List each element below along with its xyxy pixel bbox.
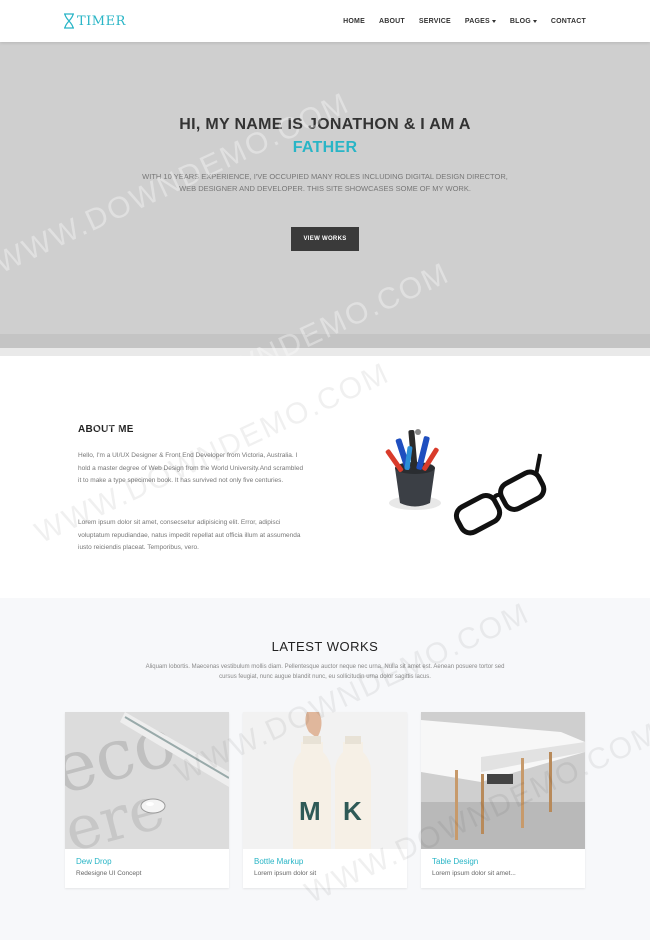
menu-label: SERVICE (418, 17, 451, 25)
menu-item-about[interactable]: ABOUT (379, 18, 405, 25)
menu-label: CONTACT (550, 17, 586, 25)
about-title: ABOUT ME (78, 424, 134, 435)
menu-item-pages[interactable]: PAGES (465, 18, 496, 25)
caret-down-icon (491, 19, 496, 23)
table-design-image (421, 712, 585, 849)
menu-label: PAGES (464, 17, 490, 25)
menu-label: BLOG (509, 17, 531, 25)
hero-bottom-band (0, 334, 650, 348)
works-description: Aliquam lobortis. Maecenas vestibulum mo… (145, 664, 505, 680)
pens-and-glasses-image (385, 429, 547, 536)
card-subtitle: Redesigne UI Concept (76, 870, 142, 877)
caret-down-icon (532, 19, 537, 23)
works-title: LATEST WORKS (271, 639, 379, 654)
view-works-button[interactable]: VIEW WORKS (291, 227, 359, 251)
menu-item-service[interactable]: SERVICE (419, 18, 451, 25)
svg-text:M: M (299, 796, 321, 826)
svg-text:K: K (343, 796, 362, 826)
work-card-dew-drop[interactable]: eco ere Dew Drop Redesigne UI Concept (65, 712, 229, 888)
hourglass-icon (64, 13, 74, 29)
main-menu: HOME ABOUT SERVICE PAGES BLOG CONTACT (329, 0, 586, 42)
hero-divider-strip (0, 348, 650, 356)
about-paragraph-1: Hello, I'm a UI/UX Designer & Front End … (78, 452, 304, 484)
menu-item-contact[interactable]: CONTACT (551, 18, 586, 25)
card-title: Table Design (432, 857, 479, 866)
hero-description: WITH 10 YEARS EXPERIENCE, I'VE OCCUPIED … (142, 172, 508, 193)
work-card-bottle-markup[interactable]: M K Bottle Markup Lorem ipsum dolor sit (243, 712, 407, 888)
menu-item-blog[interactable]: BLOG (510, 18, 537, 25)
card-subtitle: Lorem ipsum dolor sit amet... (432, 870, 516, 877)
card-subtitle: Lorem ipsum dolor sit (254, 870, 317, 877)
bottle-markup-image: M K (243, 712, 407, 849)
work-card-table-design[interactable]: Table Design Lorem ipsum dolor sit amet.… (421, 712, 585, 888)
about-paragraph-2: Lorem ipsum dolor sit amet, consecsetur … (78, 519, 301, 551)
menu-label: HOME (343, 17, 365, 25)
menu-label: ABOUT (378, 17, 405, 25)
logo-text: TIMER (77, 13, 126, 29)
top-navbar: TIMER HOME ABOUT SERVICE PAGES BLOG CONT… (0, 0, 650, 42)
card-title: Dew Drop (76, 857, 112, 866)
menu-item-home[interactable]: HOME (343, 18, 365, 25)
hero-title: HI, MY NAME IS JONATHON & I AM A (179, 116, 471, 133)
logo[interactable]: TIMER (63, 12, 126, 30)
card-title: Bottle Markup (254, 857, 304, 866)
dew-drop-image: eco ere (65, 712, 229, 849)
hero-section (0, 42, 650, 348)
hero-highlight: FATHER (292, 139, 358, 156)
